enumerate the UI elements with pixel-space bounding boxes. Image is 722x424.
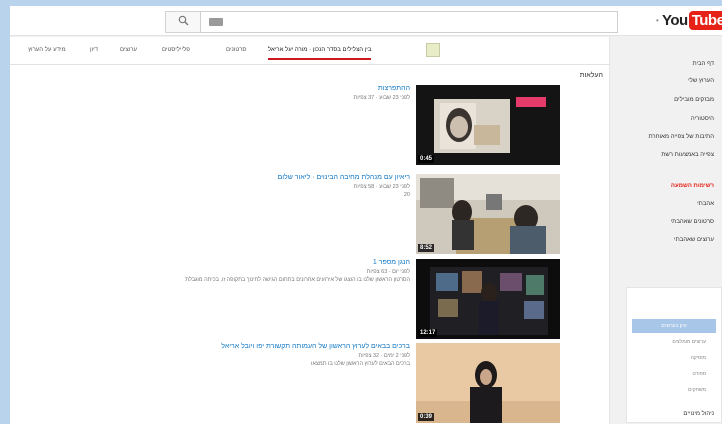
tab-discussion[interactable]: דיון bbox=[90, 47, 98, 53]
guide-item-liked-videos[interactable]: סרטונים שאהבתי bbox=[671, 219, 714, 225]
video-description: הסרטון הראשון שלנו בו הוצגו של אירועים א… bbox=[185, 277, 410, 283]
tab-videos[interactable]: סרטונים bbox=[226, 47, 246, 53]
guide-item-liked-channels[interactable]: ערוצים שאהבתי bbox=[674, 237, 714, 243]
video-title[interactable]: ההתפרצות bbox=[378, 85, 410, 92]
video-title[interactable]: הנגן מספר 1 bbox=[373, 259, 410, 266]
video-description: 20 bbox=[403, 192, 410, 198]
uploads-heading: העלאות bbox=[579, 72, 603, 79]
video-row: 12:17 הנגן מספר 1 לפני יום · 63 צפיות הס… bbox=[10, 259, 600, 343]
search-button[interactable] bbox=[165, 11, 201, 33]
video-meta: לפני 23 שבוע · 58 צפיות bbox=[353, 184, 410, 190]
browse-channels-box bbox=[626, 287, 722, 423]
browser-page: • You Tube בין הצלילים בסדר הנכון · מורה… bbox=[10, 6, 722, 424]
video-thumbnail[interactable]: 0:39 bbox=[416, 343, 560, 423]
guide-item-watch-net[interactable]: צפייה באמצעות רשת bbox=[661, 152, 714, 158]
video-row: 0:45 ההתפרצות לפני 23 שבוע · 37 צפיות bbox=[10, 85, 600, 169]
video-duration: 12:17 bbox=[418, 329, 438, 337]
video-title[interactable]: ריאיון עם מנהלת מחיבה הבינוים · ליאור של… bbox=[277, 174, 410, 181]
channel-content: בין הצלילים בסדר הנכון · מורה יעל אריאל … bbox=[10, 37, 610, 424]
tab-channels[interactable]: ערוצים bbox=[120, 47, 137, 53]
guide-menu-icon[interactable]: • bbox=[656, 16, 659, 25]
guide-item-watch-later[interactable]: התיבות של צפייה מאוחרת bbox=[648, 134, 714, 140]
video-thumbnail[interactable]: 12:17 bbox=[416, 259, 560, 339]
guide-item-my-channel[interactable]: הערוץ שלי bbox=[688, 78, 714, 84]
video-thumbnail[interactable]: 0:45 bbox=[416, 85, 560, 165]
search-input[interactable] bbox=[200, 11, 618, 33]
guide-item-home[interactable]: דף הבית bbox=[692, 61, 714, 67]
tab-playlists[interactable]: פלייליסטים bbox=[162, 47, 190, 53]
guide-playlists-heading[interactable]: רשימות השמעה bbox=[671, 183, 714, 189]
video-row: 8:52 ריאיון עם מנהלת מחיבה הבינוים · ליא… bbox=[10, 174, 600, 258]
guide-item-liked[interactable]: אהבתי bbox=[697, 201, 714, 207]
video-meta: לפני 23 שבוע · 37 צפיות bbox=[353, 95, 410, 101]
masthead: • You Tube bbox=[10, 6, 722, 36]
video-meta: לפני יום · 63 צפיות bbox=[366, 269, 410, 275]
tab-about[interactable]: מידע על הערוץ bbox=[28, 47, 66, 53]
guide-sidebar: דף הבית הערוץ שלי מבזקים מובילים היסטורי… bbox=[620, 37, 722, 424]
guide-box-line[interactable]: ספורט bbox=[692, 371, 706, 377]
video-description: ברכים הבאים לערוץ הראשון שלנו בו תמצאו bbox=[311, 361, 410, 367]
browse-channels-button[interactable]: עיון בערוצים bbox=[632, 319, 716, 333]
guide-item-history[interactable]: היסטוריה bbox=[691, 116, 714, 122]
video-duration: 8:52 bbox=[418, 244, 435, 252]
video-meta: לפני 2 ימים · 32 צפיות bbox=[358, 353, 410, 359]
guide-item-trending[interactable]: מבזקים מובילים bbox=[674, 97, 714, 103]
channel-avatar[interactable] bbox=[426, 43, 440, 57]
video-thumbnail[interactable]: 8:52 bbox=[416, 174, 560, 254]
logo-tube-text: Tube bbox=[688, 11, 722, 30]
guide-item-manage-subscriptions[interactable]: ניהול מינויים bbox=[683, 411, 714, 417]
guide-box-line[interactable]: מוסיקה bbox=[691, 355, 706, 361]
video-row: 0:39 ברכים בבאים לערוץ הראשון של העמותה … bbox=[10, 343, 600, 424]
keyboard-icon[interactable] bbox=[209, 18, 223, 26]
guide-box-line[interactable]: ערוצים מומלצים bbox=[672, 339, 706, 345]
video-duration: 0:39 bbox=[418, 413, 435, 421]
youtube-logo[interactable]: You Tube bbox=[662, 11, 722, 30]
tab-channel-home[interactable]: בין הצלילים בסדר הנכון · מורה יעל אריאל bbox=[268, 47, 372, 60]
guide-box-line[interactable]: משחקים bbox=[688, 387, 706, 393]
logo-you-text: You bbox=[662, 12, 688, 29]
video-duration: 0:45 bbox=[418, 155, 435, 163]
channel-tabs: בין הצלילים בסדר הנכון · מורה יעל אריאל … bbox=[10, 37, 610, 65]
video-title[interactable]: ברכים בבאים לערוץ הראשון של העמותה תקשור… bbox=[221, 343, 410, 350]
search-icon bbox=[178, 13, 189, 31]
